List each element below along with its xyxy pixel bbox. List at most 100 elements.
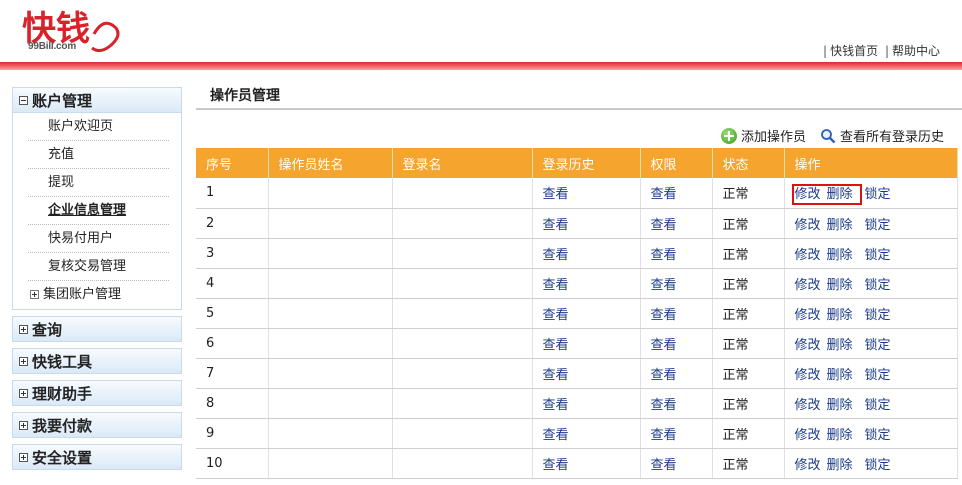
view-all-history-button[interactable]: 查看所有登录历史 (820, 126, 944, 145)
delete-link[interactable]: 删除 (827, 458, 853, 473)
row-operator-name (268, 358, 393, 389)
lock-link[interactable]: 锁定 (865, 187, 891, 202)
row-view-history-link[interactable]: 查看 (532, 268, 641, 299)
sidebar-section-finance[interactable]: 理财助手 (12, 380, 182, 406)
help-link[interactable]: 帮助中心 (892, 44, 940, 58)
sidebar-item-company-info[interactable]: 企业信息管理 (28, 197, 169, 225)
row-view-history-link[interactable]: 查看 (532, 238, 641, 269)
delete-link[interactable]: 删除 (827, 248, 853, 263)
sidebar-item-quickpay-users[interactable]: 快易付用户 (28, 225, 169, 253)
row-status: 正常 (712, 448, 785, 479)
row-op-group: 修改 删除 (795, 428, 859, 443)
row-login-name (392, 178, 533, 209)
edit-link[interactable]: 修改 (795, 398, 821, 413)
row-view-permission-link[interactable]: 查看 (640, 178, 713, 209)
row-login-name (392, 298, 533, 329)
row-view-history-link[interactable]: 查看 (532, 298, 641, 329)
edit-link[interactable]: 修改 (795, 368, 821, 383)
row-operations: 修改 删除 锁定 (784, 358, 958, 389)
row-operator-name (268, 268, 393, 299)
row-view-permission-link[interactable]: 查看 (640, 388, 713, 419)
delete-link[interactable]: 删除 (827, 428, 853, 443)
row-operator-name (268, 178, 393, 209)
row-view-history-link[interactable]: 查看 (532, 208, 641, 239)
header-operations: 操作 (784, 148, 958, 178)
row-view-permission-link[interactable]: 查看 (640, 328, 713, 359)
actions-bar: 添加操作员 查看所有登录历史 (720, 126, 944, 145)
row-operations: 修改 删除 锁定 (784, 328, 958, 359)
sidebar-item-recharge[interactable]: 充值 (28, 141, 169, 169)
row-view-permission-link[interactable]: 查看 (640, 268, 713, 299)
lock-link[interactable]: 锁定 (865, 398, 891, 413)
page-title: 操作员管理 (196, 80, 962, 110)
edit-link[interactable]: 修改 (795, 248, 821, 263)
edit-link[interactable]: 修改 (795, 218, 821, 233)
lock-link[interactable]: 锁定 (865, 308, 891, 323)
edit-link[interactable]: 修改 (795, 428, 821, 443)
row-operations: 修改 删除 锁定 (784, 238, 958, 269)
row-view-permission-link[interactable]: 查看 (640, 418, 713, 449)
add-operator-button[interactable]: 添加操作员 (720, 126, 806, 145)
sidebar-section-query[interactable]: 查询 (12, 316, 182, 342)
search-icon (821, 128, 836, 143)
header: 快钱 99Bill.com | 快钱首页 | 帮助中心 (0, 0, 962, 62)
delete-link[interactable]: 删除 (827, 338, 853, 353)
row-seq: 3 (196, 238, 269, 269)
row-view-history-link[interactable]: 查看 (532, 178, 641, 209)
lock-link[interactable]: 锁定 (865, 248, 891, 263)
delete-link[interactable]: 删除 (827, 308, 853, 323)
row-login-name (392, 238, 533, 269)
sidebar: 账户管理 账户欢迎页 充值 提现 企业信息管理 快易付用户 复核交易管理 集团账… (12, 87, 182, 470)
delete-link[interactable]: 删除 (827, 398, 853, 413)
row-view-history-link[interactable]: 查看 (532, 448, 641, 479)
lock-link[interactable]: 锁定 (865, 218, 891, 233)
sidebar-section-tools[interactable]: 快钱工具 (12, 348, 182, 374)
row-view-history-link[interactable]: 查看 (532, 358, 641, 389)
row-seq: 1 (196, 178, 269, 209)
row-status: 正常 (712, 388, 785, 419)
edit-link[interactable]: 修改 (795, 458, 821, 473)
row-login-name (392, 388, 533, 419)
header-seq: 序号 (196, 148, 269, 178)
account-submenu: 账户欢迎页 充值 提现 企业信息管理 快易付用户 复核交易管理 集团账户管理 (12, 113, 182, 310)
home-link[interactable]: 快钱首页 (830, 44, 878, 58)
edit-link[interactable]: 修改 (795, 278, 821, 293)
row-view-permission-link[interactable]: 查看 (640, 358, 713, 389)
row-status: 正常 (712, 418, 785, 449)
row-view-permission-link[interactable]: 查看 (640, 238, 713, 269)
row-login-name (392, 208, 533, 239)
lock-link[interactable]: 锁定 (865, 458, 891, 473)
row-status: 正常 (712, 178, 785, 209)
row-seq: 4 (196, 268, 269, 299)
row-view-history-link[interactable]: 查看 (532, 388, 641, 419)
edit-link[interactable]: 修改 (795, 187, 821, 202)
sidebar-item-withdraw[interactable]: 提现 (28, 169, 169, 197)
row-operations: 修改 删除 锁定 (784, 418, 958, 449)
row-view-permission-link[interactable]: 查看 (640, 448, 713, 479)
row-operator-name (268, 418, 393, 449)
sidebar-item-welcome[interactable]: 账户欢迎页 (28, 113, 169, 141)
sidebar-section-payment[interactable]: 我要付款 (12, 412, 182, 438)
delete-link[interactable]: 删除 (827, 368, 853, 383)
delete-link[interactable]: 删除 (827, 187, 853, 202)
row-operations: 修改 删除 锁定 (784, 298, 958, 329)
table-row: 9 查看 查看 正常 修改 删除 锁定 (196, 418, 958, 449)
row-status: 正常 (712, 298, 785, 329)
lock-link[interactable]: 锁定 (865, 278, 891, 293)
row-view-history-link[interactable]: 查看 (532, 418, 641, 449)
edit-link[interactable]: 修改 (795, 338, 821, 353)
lock-link[interactable]: 锁定 (865, 338, 891, 353)
row-view-permission-link[interactable]: 查看 (640, 298, 713, 329)
row-view-permission-link[interactable]: 查看 (640, 208, 713, 239)
delete-link[interactable]: 删除 (827, 218, 853, 233)
sidebar-item-group-account[interactable]: 集团账户管理 (28, 281, 169, 309)
sidebar-section-account[interactable]: 账户管理 (12, 87, 182, 113)
sidebar-section-security[interactable]: 安全设置 (12, 444, 182, 470)
delete-link[interactable]: 删除 (827, 278, 853, 293)
edit-link[interactable]: 修改 (795, 308, 821, 323)
sidebar-item-review-trans[interactable]: 复核交易管理 (28, 253, 169, 281)
lock-link[interactable]: 锁定 (865, 428, 891, 443)
lock-link[interactable]: 锁定 (865, 368, 891, 383)
row-view-history-link[interactable]: 查看 (532, 328, 641, 359)
collapse-icon (19, 95, 28, 105)
